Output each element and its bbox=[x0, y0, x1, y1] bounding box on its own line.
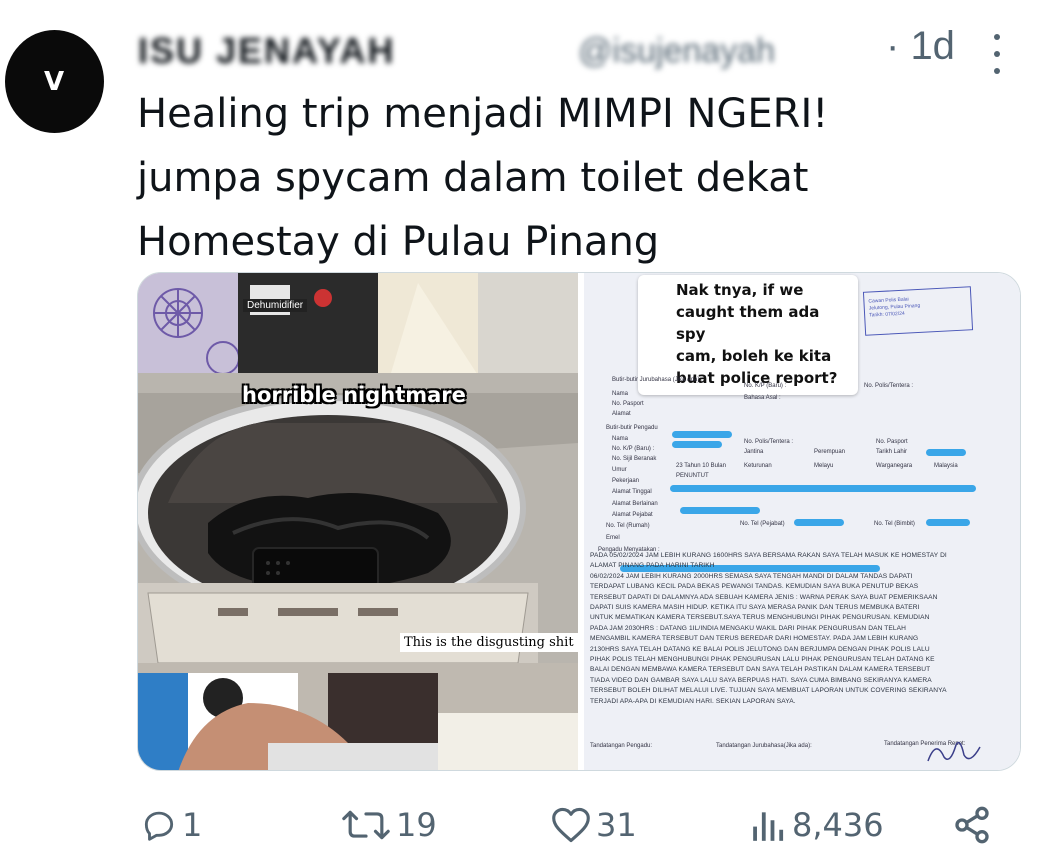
form-section-complainant: Butir-butir Pengadu bbox=[606, 425, 658, 431]
redaction-mark bbox=[926, 519, 970, 526]
tweet-header: ISU JENAYAH @isujenayah · 1d bbox=[138, 22, 1038, 74]
statement-line: PADA JAM 2030HRS : DATANG 1IL/INDIA MENG… bbox=[590, 624, 907, 632]
chat-question-text: Nak tnya, if we caught them ada spy cam,… bbox=[676, 281, 838, 387]
form-section-interpreter: Butir-butir Jurubahasa (Jika Ada) : bbox=[612, 377, 703, 383]
form-label: Nama bbox=[612, 391, 629, 397]
statement-line: UNTUK MEMATIKAN KAMERA TERSEBUT.SAYA TER… bbox=[590, 614, 930, 622]
form-label: No. K/P (Baru) : bbox=[744, 383, 787, 389]
redaction-mark bbox=[794, 519, 844, 526]
reply-count: 1 bbox=[182, 806, 203, 844]
share-button[interactable] bbox=[952, 800, 996, 850]
author-avatar[interactable]: V bbox=[5, 30, 104, 133]
redaction-mark bbox=[926, 449, 966, 456]
statement-line: TERSEBUT DAPATI DI DALAMNYA ADA SEBUAH K… bbox=[590, 593, 938, 601]
form-label: Alamat Berlainan bbox=[612, 501, 658, 507]
statement-line: DAPATI SUIS KAMERA MASIH HIDUP. KETIKA I… bbox=[590, 604, 920, 612]
tweet-line: Homestay di Pulau Pinang bbox=[137, 219, 660, 265]
form-label: No. Sijil Beranak bbox=[612, 456, 657, 462]
redaction-mark bbox=[672, 431, 732, 438]
form-label: Jantina bbox=[744, 449, 764, 455]
complaint-statement: PADA 05/02/2024 JAM LEBIH KURANG 1600HRS… bbox=[590, 551, 994, 707]
form-label: No. Tel (Pejabat) bbox=[740, 521, 785, 527]
form-label: Tarikh Lahir bbox=[876, 449, 908, 455]
statement-line: TERSEBUT BOLEH DILIHAT MELALUI LIVE. TUJ… bbox=[590, 687, 947, 695]
views-icon bbox=[753, 812, 784, 841]
reply-icon bbox=[144, 811, 174, 841]
form-label: No. Pasport bbox=[876, 439, 908, 445]
form-label: Umur bbox=[612, 467, 627, 473]
views-count: 8,436 bbox=[792, 806, 884, 844]
police-stamp: Cawan Polis Balai Jelutong, Pulau Pinang… bbox=[862, 286, 974, 336]
avatar-initial: V bbox=[43, 66, 66, 97]
form-label: No. Tel (Bimbit) bbox=[874, 521, 915, 527]
repost-count: 19 bbox=[396, 806, 437, 844]
tweet-actions-bar: 1 19 31 8,436 bbox=[140, 800, 1010, 850]
statement-line: TERJADI APA-APA DI KEMUDIAN HARI. SEKIAN… bbox=[590, 697, 796, 705]
signature-complainant: Tandatangan Pengadu: bbox=[590, 743, 653, 749]
form-label: Pekerjaan bbox=[612, 478, 640, 484]
dehumidifier-label: Dehumidifier bbox=[243, 299, 308, 312]
media-image-right[interactable]: Cawan Polis Balai Jelutong, Pulau Pinang… bbox=[584, 273, 1020, 770]
reply-button[interactable]: 1 bbox=[140, 800, 202, 850]
heart-icon bbox=[552, 807, 590, 843]
tweet-media: Dehumidifier horrible nightmare This is … bbox=[137, 272, 1021, 771]
repost-button[interactable]: 19 bbox=[340, 800, 437, 850]
share-icon bbox=[955, 806, 989, 844]
form-value: Melayu bbox=[814, 463, 834, 469]
redaction-mark bbox=[680, 507, 760, 514]
statement-line: 06/02/2024 JAM LEBIH KURANG 2000HRS SEMA… bbox=[590, 572, 913, 580]
form-label: Keturunan bbox=[744, 463, 772, 469]
form-label: Alamat bbox=[612, 411, 631, 417]
form-label: Bahasa Asal : bbox=[744, 395, 781, 401]
redaction-mark bbox=[672, 441, 722, 448]
more-options-icon[interactable] bbox=[990, 34, 1004, 74]
form-label: No. Polis/Tentera : bbox=[864, 383, 914, 389]
tweet-line: Healing trip menjadi MIMPI NGERI! bbox=[137, 91, 829, 137]
form-value: Malaysia bbox=[934, 463, 958, 469]
author-handle[interactable]: @isujenayah bbox=[578, 32, 775, 71]
meme-caption-bottom: This is the disgusting shit bbox=[400, 633, 578, 652]
form-label: Emel bbox=[606, 535, 620, 541]
time-ago: 1d bbox=[910, 24, 955, 68]
form-label: Warganegara bbox=[876, 463, 913, 469]
statement-line: 2130HRS SAYA TELAH DATANG KE BALAI POLIS… bbox=[590, 645, 930, 653]
bin-photo-graphic bbox=[138, 273, 578, 770]
form-label: No. K/P (Baru) : bbox=[612, 446, 655, 452]
tweet-timestamp[interactable]: · 1d bbox=[886, 24, 955, 69]
form-label: No. Pasport bbox=[612, 401, 644, 407]
statement-line: ALAMAT PINANG PADA HARINI TARIKH bbox=[590, 562, 715, 570]
form-label: Alamat Pejabat bbox=[612, 512, 653, 518]
statement-line: TIADA VIDEO DAN GAMBAR SAYA LALU SAYA BE… bbox=[590, 676, 932, 684]
statement-line: TERDAPAT LUBANG KECIL PADA BEKAS PEWANGI… bbox=[590, 583, 919, 591]
statement-line: PIHAK POLIS TELAH MENGHUBUNGI PIHAK PENG… bbox=[590, 656, 935, 664]
repost-icon bbox=[342, 810, 390, 840]
form-label: No. Polis/Tentera : bbox=[744, 439, 794, 445]
form-label: Nama bbox=[612, 436, 629, 442]
like-count: 31 bbox=[596, 806, 637, 844]
statement-line: MENGAMBIL KAMERA TERSEBUT DAN TERUS BERE… bbox=[590, 635, 919, 643]
meme-caption-top: horrible nightmare bbox=[242, 383, 466, 407]
statement-line: BALAI DENGAN MEMBAWA KAMERA TERSEBUT DAN… bbox=[590, 666, 931, 674]
tweet-body: Healing trip menjadi MIMPI NGERI! jumpa … bbox=[137, 82, 1017, 274]
handwritten-signature bbox=[927, 741, 981, 762]
tweet-line: jumpa spycam dalam toilet dekat bbox=[137, 155, 809, 201]
form-value: Perempuan bbox=[814, 449, 846, 455]
form-value: 23 Tahun 10 Bulan bbox=[676, 463, 726, 469]
form-value: PENUNTUT bbox=[676, 473, 709, 479]
media-image-left[interactable]: Dehumidifier horrible nightmare This is … bbox=[138, 273, 578, 770]
like-button[interactable]: 31 bbox=[550, 800, 637, 850]
form-label: No. Tel (Rumah) bbox=[606, 523, 650, 529]
redaction-mark bbox=[670, 485, 976, 492]
author-display-name[interactable]: ISU JENAYAH bbox=[138, 30, 395, 72]
form-label: Alamat Tinggal bbox=[612, 489, 652, 495]
stamp-text: Cawan Polis Balai Jelutong, Pulau Pinang… bbox=[868, 296, 921, 319]
views-button[interactable]: 8,436 bbox=[750, 800, 884, 850]
signature-interpreter: Tandatangan Jurubahasa(Jika ada): bbox=[716, 743, 812, 749]
statement-line: PADA 05/02/2024 JAM LEBIH KURANG 1600HRS… bbox=[590, 552, 947, 559]
